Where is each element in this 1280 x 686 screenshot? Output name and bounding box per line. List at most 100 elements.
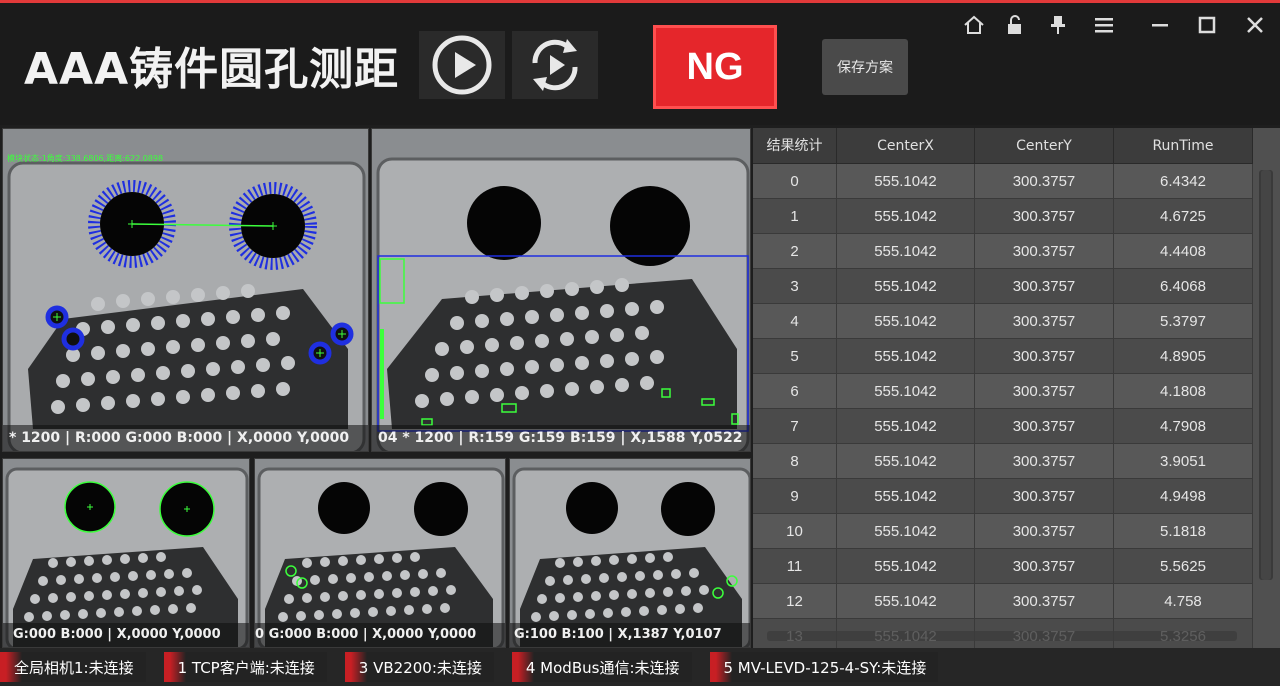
cell-index: 4 (753, 304, 837, 339)
save-scheme-button[interactable]: 保存方案 (822, 39, 908, 95)
cell-index: 3 (753, 269, 837, 304)
cell-runtime: 4.8905 (1114, 339, 1253, 374)
cell-runtime: 6.4342 (1114, 164, 1253, 199)
maximize-button[interactable] (1195, 12, 1219, 38)
cell-centerx: 555.1042 (837, 374, 975, 409)
cell-index: 1 (753, 199, 837, 234)
cell-centerx: 555.1042 (837, 164, 975, 199)
cell-index: 9 (753, 479, 837, 514)
table-row[interactable]: 12 555.1042 300.3757 4.758 (753, 584, 1253, 619)
table-row[interactable]: 6 555.1042 300.3757 4.1808 (753, 374, 1253, 409)
connection-status-bar: 全局相机1:未连接 1 TCP客户端:未连接 3 VB2200:未连接 4 Mo… (0, 648, 1280, 686)
table-row[interactable]: 0 555.1042 300.3757 6.4342 (753, 164, 1253, 199)
cell-runtime: 3.9051 (1114, 444, 1253, 479)
header: AAA铸件圆孔测距 NG 保存方案 (0, 3, 1280, 125)
cell-centery: 300.3757 (975, 304, 1114, 339)
cell-centerx: 555.1042 (837, 584, 975, 619)
scrollbar-thumb[interactable] (1261, 170, 1271, 580)
table-row[interactable]: 9 555.1042 300.3757 4.9498 (753, 479, 1253, 514)
cell-centerx: 555.1042 (837, 514, 975, 549)
col-header-centerx[interactable]: CenterX (837, 128, 975, 164)
conn-status-vb2200: 3 VB2200:未连接 (344, 652, 494, 682)
cell-index: 6 (753, 374, 837, 409)
table-row[interactable]: 4 555.1042 300.3757 5.3797 (753, 304, 1253, 339)
cell-runtime: 4.7908 (1114, 409, 1253, 444)
cycle-run-icon (532, 39, 578, 91)
table-row[interactable]: 7 555.1042 300.3757 4.7908 (753, 409, 1253, 444)
pixel-status-4: 0 G:000 B:000 | X,0000 Y,0000 (255, 623, 505, 647)
pixel-status-5: G:100 B:100 | X,1387 Y,0107 (510, 623, 750, 647)
cell-centerx: 555.1042 (837, 549, 975, 584)
cell-runtime: 5.1818 (1114, 514, 1253, 549)
cell-runtime: 6.4068 (1114, 269, 1253, 304)
cell-runtime: 4.4408 (1114, 234, 1253, 269)
cell-centerx: 555.1042 (837, 444, 975, 479)
col-header-runtime[interactable]: RunTime (1114, 128, 1253, 164)
camera-view-4[interactable]: 0 G:000 B:000 | X,0000 Y,0000 (254, 458, 506, 648)
camera-image-5 (510, 459, 750, 647)
cell-centery: 300.3757 (975, 164, 1114, 199)
table-row[interactable]: 11 555.1042 300.3757 5.5625 (753, 549, 1253, 584)
pin-button[interactable] (1046, 12, 1070, 38)
cell-centery: 300.3757 (975, 269, 1114, 304)
camera-view-3[interactable]: G:000 B:000 | X,0000 Y,0000 (2, 458, 250, 648)
camera-view-1[interactable]: 模块状态:1角度:338.6806,距离:622.0898 * 1200 | R… (2, 128, 369, 452)
cell-centerx: 555.1042 (837, 234, 975, 269)
table-row[interactable]: 2 555.1042 300.3757 4.4408 (753, 234, 1253, 269)
cell-index: 10 (753, 514, 837, 549)
table-body: 0 555.1042 300.3757 6.4342 1 555.1042 300.3757… (753, 164, 1253, 648)
conn-status-modbus: 4 ModBus通信:未连接 (511, 652, 692, 682)
table-row[interactable]: 5 555.1042 300.3757 4.8905 (753, 339, 1253, 374)
home-icon (964, 15, 984, 34)
cell-centerx: 555.1042 (837, 339, 975, 374)
unlock-button[interactable] (1003, 12, 1027, 38)
table-vertical-scrollbar[interactable] (1259, 170, 1273, 580)
cell-index: 8 (753, 444, 837, 479)
camera-view-5[interactable]: G:100 B:100 | X,1387 Y,0107 (509, 458, 751, 648)
cell-centery: 300.3757 (975, 549, 1114, 584)
table-header: 结果统计 CenterX CenterY RunTime (753, 128, 1253, 164)
run-once-button[interactable] (419, 31, 505, 99)
play-icon (432, 35, 492, 95)
menu-button[interactable] (1092, 12, 1116, 38)
cell-centery: 300.3757 (975, 199, 1114, 234)
minimize-button[interactable] (1148, 12, 1172, 38)
cell-index: 7 (753, 409, 837, 444)
cell-centery: 300.3757 (975, 514, 1114, 549)
cell-centerx: 555.1042 (837, 269, 975, 304)
cell-centerx: 555.1042 (837, 199, 975, 234)
run-cycle-button[interactable] (512, 31, 598, 99)
cell-runtime: 5.5625 (1114, 549, 1253, 584)
table-horizontal-scrollbar[interactable] (767, 631, 1237, 641)
table-row[interactable]: 8 555.1042 300.3757 3.9051 (753, 444, 1253, 479)
table-row[interactable]: 1 555.1042 300.3757 4.6725 (753, 199, 1253, 234)
cell-centery: 300.3757 (975, 339, 1114, 374)
camera-view-2[interactable]: 04 * 1200 | R:159 G:159 B:159 | X,1588 Y… (371, 128, 751, 452)
camera-image-1 (3, 129, 368, 451)
cell-centerx: 555.1042 (837, 479, 975, 514)
table-row[interactable]: 3 555.1042 300.3757 6.4068 (753, 269, 1253, 304)
cell-runtime: 4.9498 (1114, 479, 1253, 514)
camera-image-2 (372, 129, 750, 451)
cell-centery: 300.3757 (975, 584, 1114, 619)
menu-icon (1095, 18, 1113, 33)
detection-overlay-text: 模块状态:1角度:338.6806,距离:622.0898 (7, 154, 164, 163)
conn-status-mv-levd: 5 MV-LEVD-125-4-SY:未连接 (709, 652, 939, 682)
cell-centery: 300.3757 (975, 409, 1114, 444)
cell-index: 11 (753, 549, 837, 584)
col-header-centery[interactable]: CenterY (975, 128, 1114, 164)
col-header-stats[interactable]: 结果统计 (753, 128, 837, 164)
camera-image-4 (255, 459, 505, 647)
result-table[interactable]: 结果统计 CenterX CenterY RunTime 0 555.1042 30… (753, 128, 1280, 648)
camera-image-3 (3, 459, 249, 647)
pixel-status-3: G:000 B:000 | X,0000 Y,0000 (3, 623, 249, 647)
table-row[interactable]: 10 555.1042 300.3757 5.1818 (753, 514, 1253, 549)
conn-status-tcp: 1 TCP客户端:未连接 (163, 652, 327, 682)
minimize-icon (1152, 24, 1168, 27)
cell-index: 2 (753, 234, 837, 269)
cell-centery: 300.3757 (975, 479, 1114, 514)
cell-centerx: 555.1042 (837, 409, 975, 444)
close-button[interactable] (1243, 12, 1267, 38)
home-button[interactable] (962, 12, 986, 38)
cell-centery: 300.3757 (975, 444, 1114, 479)
